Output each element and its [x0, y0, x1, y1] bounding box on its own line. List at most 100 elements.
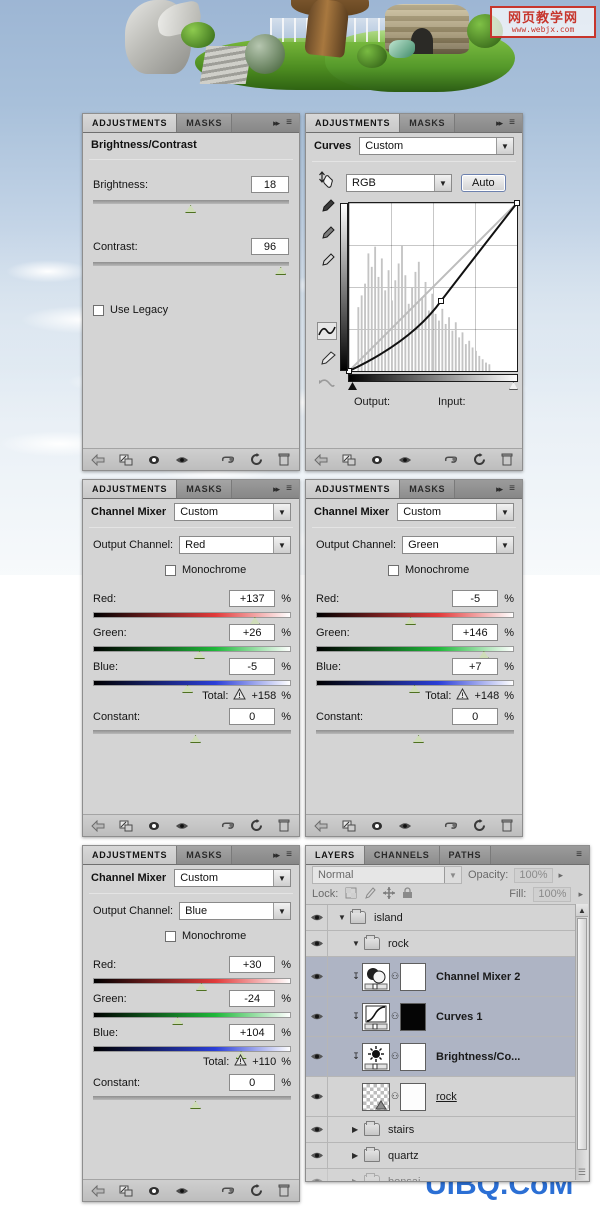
layer-name[interactable]: Channel Mixer 2: [436, 971, 520, 983]
tab-adjustments[interactable]: ADJUSTMENTS: [83, 846, 178, 864]
fill-value[interactable]: 100%: [533, 886, 572, 902]
constant-value-field[interactable]: 0: [229, 708, 276, 725]
constant-slider-thumb[interactable]: [190, 735, 202, 743]
constant-slider-thumb[interactable]: [190, 1101, 202, 1109]
link-mask-icon[interactable]: ⚇: [390, 1091, 400, 1102]
opacity-value[interactable]: 100%: [514, 867, 553, 883]
blue-slider-thumb[interactable]: [182, 685, 194, 693]
green-value-field[interactable]: +26: [229, 624, 276, 641]
reset-icon[interactable]: [249, 819, 263, 833]
black-point-eyedropper-icon[interactable]: [317, 197, 337, 215]
back-arrow-icon[interactable]: [314, 453, 328, 467]
curves-graph[interactable]: [340, 200, 520, 374]
layer-name[interactable]: quartz: [388, 1150, 419, 1162]
output-channel-select[interactable]: Red ▼: [179, 536, 291, 554]
chevron-down-icon[interactable]: ▼: [273, 537, 290, 553]
mixer-preset-select[interactable]: Custom ▼: [174, 503, 291, 521]
lock-image-icon[interactable]: [364, 886, 376, 902]
constant-slider-track[interactable]: [93, 1096, 291, 1100]
chevron-down-icon[interactable]: ▼: [273, 870, 290, 886]
layer-row-island[interactable]: ▼ island: [306, 905, 575, 931]
chevron-down-icon[interactable]: ▼: [496, 504, 513, 520]
panel-menu-icon[interactable]: ≡: [286, 118, 292, 128]
back-arrow-icon[interactable]: [91, 819, 105, 833]
output-channel-select[interactable]: Blue ▼: [179, 902, 291, 920]
fill-stepper-icon[interactable]: ▸: [578, 889, 583, 900]
lock-transparency-icon[interactable]: [345, 887, 357, 902]
group-expand-triangle-icon[interactable]: ▶: [352, 1151, 362, 1160]
layer-name[interactable]: stairs: [388, 1124, 414, 1136]
layer-name[interactable]: rock: [388, 938, 409, 950]
pencil-tool-icon[interactable]: [317, 349, 337, 367]
layer-name[interactable]: island: [374, 912, 403, 924]
visibility-eye-icon[interactable]: [306, 931, 328, 956]
expand-view-icon[interactable]: [342, 453, 356, 467]
layer-mask-thumbnail[interactable]: [400, 1042, 426, 1071]
link-mask-icon[interactable]: ⚇: [390, 971, 400, 982]
tab-masks[interactable]: MASKS: [177, 114, 233, 132]
monochrome-row[interactable]: Monochrome: [165, 930, 246, 942]
tab-masks[interactable]: MASKS: [177, 846, 233, 864]
output-channel-select[interactable]: Green ▼: [402, 536, 514, 554]
group-expand-triangle-icon[interactable]: ▶: [352, 1177, 362, 1181]
collapse-chevrons-icon[interactable]: ▸▸: [273, 484, 280, 495]
clip-to-layer-icon[interactable]: [147, 453, 161, 467]
chevron-down-icon[interactable]: ▼: [273, 504, 290, 520]
expand-view-icon[interactable]: [342, 819, 356, 833]
resize-grip-icon[interactable]: ☰: [578, 1167, 586, 1178]
toggle-visibility-icon[interactable]: [398, 453, 412, 467]
delete-icon[interactable]: [277, 453, 291, 467]
reset-icon[interactable]: [472, 819, 486, 833]
tab-masks[interactable]: MASKS: [177, 480, 233, 498]
link-mask-icon[interactable]: ⚇: [390, 1011, 400, 1022]
constant-value-field[interactable]: 0: [229, 1074, 276, 1091]
layers-scrollbar[interactable]: ▲ ☰: [575, 904, 588, 1180]
monochrome-row[interactable]: Monochrome: [165, 564, 246, 576]
scroll-up-arrow-icon[interactable]: ▲: [576, 904, 588, 917]
green-value-field[interactable]: +146: [452, 624, 499, 641]
layer-row-bonsai[interactable]: ▶ bonsai: [306, 1169, 575, 1181]
use-legacy-checkbox[interactable]: [93, 304, 104, 316]
reset-icon[interactable]: [249, 453, 263, 467]
back-arrow-icon[interactable]: [314, 819, 328, 833]
chevron-down-icon[interactable]: ▼: [444, 867, 461, 883]
panel-menu-icon[interactable]: ≡: [509, 484, 515, 494]
red-value-field[interactable]: +30: [229, 956, 276, 973]
red-value-field[interactable]: -5: [452, 590, 499, 607]
tab-paths[interactable]: PATHS: [439, 846, 492, 864]
toggle-visibility-icon[interactable]: [398, 819, 412, 833]
group-expand-triangle-icon[interactable]: ▼: [338, 913, 348, 922]
blue-value-field[interactable]: -5: [229, 658, 276, 675]
adjustment-thumbnail-curves[interactable]: [362, 1002, 390, 1031]
constant-slider-track[interactable]: [93, 730, 291, 734]
expand-view-icon[interactable]: [119, 1184, 133, 1198]
clip-to-layer-icon[interactable]: [370, 453, 384, 467]
blue-slider-thumb[interactable]: [409, 685, 421, 693]
reset-icon[interactable]: [249, 1184, 263, 1198]
tab-masks[interactable]: MASKS: [400, 480, 456, 498]
use-legacy-row[interactable]: Use Legacy: [93, 304, 168, 316]
toggle-visibility-icon[interactable]: [175, 819, 189, 833]
visibility-eye-icon[interactable]: [306, 905, 328, 930]
blue-slider-track[interactable]: [316, 680, 514, 686]
curve-point-mid[interactable]: [438, 298, 444, 304]
layer-row-quartz[interactable]: ▶ quartz: [306, 1143, 575, 1169]
preview-eye-icon[interactable]: [221, 819, 235, 833]
layer-row-rock-pixel[interactable]: ⚇ rock: [306, 1077, 575, 1117]
clip-to-layer-icon[interactable]: [147, 1184, 161, 1198]
tab-channels[interactable]: CHANNELS: [364, 846, 440, 864]
adjustment-thumbnail-brightness[interactable]: [362, 1042, 390, 1071]
layers-list[interactable]: ▼ island ▼ rock ↧ ⚇ Channel Mixer 2 ↧ ⚇ …: [306, 904, 575, 1181]
mixer-preset-select[interactable]: Custom ▼: [174, 869, 291, 887]
collapse-chevrons-icon[interactable]: ▸▸: [273, 118, 280, 129]
opacity-stepper-icon[interactable]: ▸: [559, 870, 564, 881]
layer-row-stairs[interactable]: ▶ stairs: [306, 1117, 575, 1143]
curve-point-tool-icon[interactable]: [317, 322, 337, 340]
brightness-slider-track[interactable]: [93, 200, 289, 204]
lock-position-icon[interactable]: [383, 886, 396, 902]
red-value-field[interactable]: +137: [229, 590, 276, 607]
preview-eye-icon[interactable]: [444, 819, 458, 833]
contrast-slider-thumb[interactable]: [275, 267, 287, 275]
adjustment-thumbnail-channel-mixer[interactable]: [362, 962, 390, 991]
collapse-chevrons-icon[interactable]: ▸▸: [496, 484, 503, 495]
